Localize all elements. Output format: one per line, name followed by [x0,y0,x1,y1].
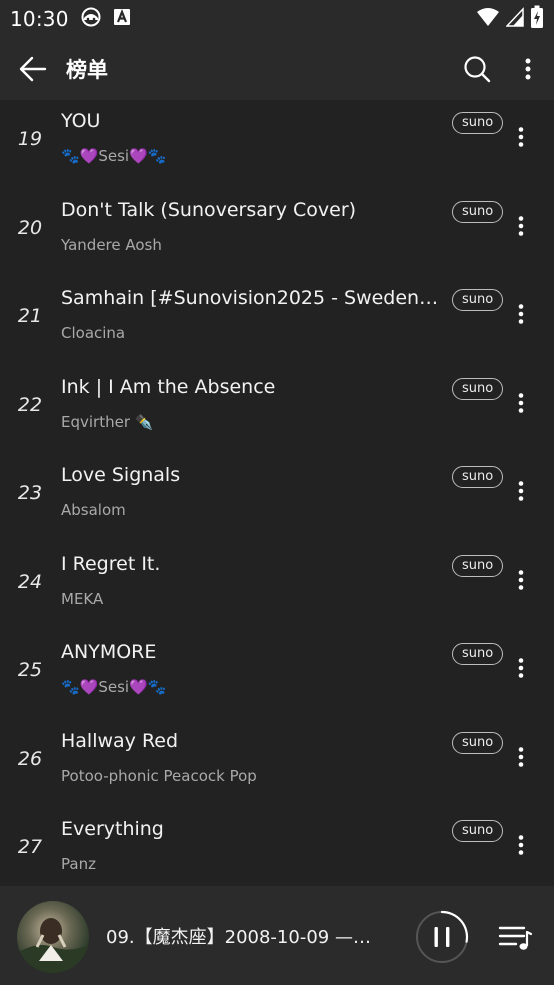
app-bar: 榜单 [0,38,554,100]
source-badge: suno [452,731,504,754]
status-system-icons [476,5,544,33]
signal-icon [505,7,524,31]
track-row[interactable]: 22 Ink | I Am the Absence Eqvirther ✒️ s… [0,366,554,455]
more-vertical-icon [518,481,524,501]
status-notification-icons [81,7,131,31]
track-row[interactable]: 23 Love Signals Absalom suno [0,454,554,543]
source-badge: suno [452,289,504,311]
wifi-icon [476,7,500,31]
more-vertical-icon [518,392,524,413]
more-vertical-icon [525,58,531,80]
overflow-menu-button[interactable] [502,38,554,100]
page-title: 榜单 [66,58,108,82]
track-title: Don't Talk (Sunoversary Cover) [61,198,357,221]
search-icon [464,56,491,83]
a-badge-icon [113,8,131,30]
back-button[interactable] [0,38,66,100]
track-title: ANYMORE [61,641,157,663]
status-time: 10:30 [10,7,69,31]
track-title: Ink | I Am the Absence [61,375,276,398]
track-rank: 19 [17,128,43,150]
track-title: YOU [61,110,101,132]
track-rank: 27 [17,836,43,858]
track-artist: 🐾💜Sesi💜🐾 [61,678,167,696]
track-more-button[interactable] [506,299,536,329]
track-more-button[interactable] [506,742,536,772]
source-badge: suno [452,466,504,488]
track-more-button[interactable] [506,830,536,860]
more-vertical-icon [518,215,524,236]
track-rank: 25 [17,659,43,681]
more-vertical-icon [518,127,524,147]
track-more-button[interactable] [506,653,536,683]
more-vertical-icon [518,569,524,590]
track-artist: Absalom [61,501,126,519]
track-rank: 24 [17,570,43,593]
track-row[interactable]: 24 I Regret It. MEKA suno [0,543,554,632]
track-rank: 26 [17,747,43,770]
mini-player[interactable]: 09.【魔杰座】2008-10-09 —… [0,886,554,985]
source-badge: suno [452,377,504,400]
face-notification-icon [81,7,101,31]
track-row[interactable]: 25 ANYMORE 🐾💜Sesi💜🐾 suno [0,631,554,720]
track-rank: 23 [17,482,43,504]
track-title: Hallway Red [61,729,179,752]
source-badge: suno [452,554,504,577]
more-vertical-icon [518,658,524,678]
album-art[interactable] [17,901,89,973]
track-rank: 21 [17,305,43,327]
source-badge: suno [452,820,504,842]
track-more-button[interactable] [506,388,536,418]
track-title: Samhain [#Sunovision2025 - Sweden & … [61,287,443,309]
track-artist: Panz [61,855,96,873]
track-artist: Eqvirther ✒️ [61,412,154,431]
source-badge: suno [452,200,504,223]
track-more-button[interactable] [506,211,536,241]
track-row[interactable]: 21 Samhain [#Sunovision2025 - Sweden & …… [0,277,554,366]
track-more-button[interactable] [506,476,536,506]
track-row[interactable]: 27 Everything Panz suno [0,808,554,886]
source-badge: suno [452,643,504,665]
track-artist: 🐾💜Sesi💜🐾 [61,147,167,165]
track-row[interactable]: 20 Don't Talk (Sunoversary Cover) Yander… [0,189,554,278]
track-more-button[interactable] [506,122,536,152]
search-button[interactable] [452,38,502,100]
track-row[interactable]: 19 YOU 🐾💜Sesi💜🐾 suno [0,100,554,189]
track-title: Everything [61,818,164,840]
track-artist: Potoo-phonic Peacock Pop [61,766,257,785]
track-artist: Cloacina [61,324,126,342]
track-title: Love Signals [61,464,181,486]
source-badge: suno [452,112,504,134]
track-artist: Yandere Aosh [61,235,162,254]
now-playing-title: 09.【魔杰座】2008-10-09 —… [106,927,371,948]
track-artist: MEKA [61,589,104,608]
arrow-left-icon [19,56,47,82]
chart-track-list[interactable]: 19 YOU 🐾💜Sesi💜🐾 suno 20 Don't Talk (Suno… [0,100,554,886]
track-more-button[interactable] [506,565,536,595]
track-row[interactable]: 26 Hallway Red Potoo-phonic Peacock Pop … [0,720,554,809]
more-vertical-icon [518,835,524,855]
track-rank: 22 [17,393,43,416]
status-bar: 10:30 [0,0,554,38]
pause-icon [434,927,450,947]
app-bar-actions [452,38,554,100]
track-title: I Regret It. [61,552,161,575]
playlist-queue-button[interactable] [496,920,534,954]
playlist-queue-icon [498,926,533,950]
track-rank: 20 [17,216,43,239]
play-pause-button[interactable] [415,910,469,964]
more-vertical-icon [518,304,524,324]
more-vertical-icon [518,746,524,767]
battery-icon [530,5,544,33]
